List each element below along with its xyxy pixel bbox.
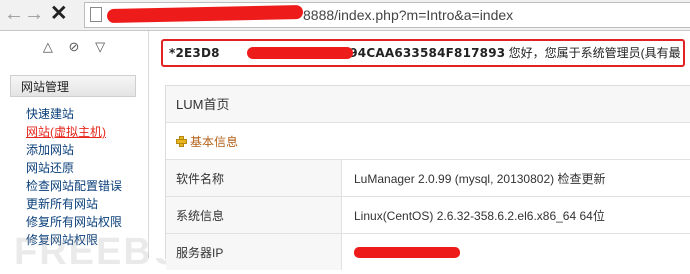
main-content: *2E3D8 C594CAA633584F817893 您好，您属于系统管理员(具… [149, 31, 690, 258]
sidebar-item-quick-build[interactable]: 快速建站 [26, 105, 122, 123]
ip-redaction [354, 247, 460, 258]
page-icon [90, 7, 102, 22]
row-key: 服务器IP [166, 234, 342, 271]
session-code-prefix: *2E3D8 [169, 46, 220, 60]
triangle-up-icon[interactable]: △ [43, 39, 53, 55]
section-basic-info[interactable]: 基本信息 [176, 134, 238, 150]
row-key: 系统信息 [166, 197, 342, 234]
row-value: Linux(CentOS) 2.6.32-358.6.2.el6.x86_64 … [342, 197, 690, 234]
notice-message: 您好，您属于系统管理员(具有最 [509, 46, 681, 60]
sidebar-item-websites[interactable]: 网站(虚拟主机) [26, 123, 122, 141]
row-value: LuManager 2.0.99 (mysql, 20130802) 检查更新 [342, 160, 690, 197]
sidebar: △ ⊘ ▽ 网站管理 快速建站 网站(虚拟主机) 添加网站 网站还原 检查网站配… [0, 31, 149, 258]
table-row: 服务器IP [166, 234, 690, 271]
row-key: 软件名称 [166, 160, 342, 197]
home-panel: LUM首页 基本信息 软件名称 LuManager 2.0.99 (mysql,… [165, 85, 690, 259]
code-redaction [247, 47, 353, 59]
triangle-down-icon[interactable]: ▽ [95, 39, 105, 55]
sidebar-item-update-all[interactable]: 更新所有网站 [26, 195, 122, 213]
sidebar-item-repair-perms[interactable]: 修复网站权限 [26, 231, 122, 249]
table-row: 系统信息 Linux(CentOS) 2.6.32-358.6.2.el6.x8… [166, 197, 690, 234]
forward-arrow-icon[interactable]: → [24, 3, 44, 25]
sidebar-item-restore-site[interactable]: 网站还原 [26, 159, 122, 177]
sidebar-group-title[interactable]: 网站管理 [10, 75, 136, 97]
sidebar-item-repair-all-perms[interactable]: 修复所有网站权限 [26, 213, 122, 231]
admin-notice: *2E3D8 C594CAA633584F817893 您好，您属于系统管理员(具… [161, 39, 685, 67]
panel-title: LUM首页 [166, 86, 690, 123]
sidebar-item-check-config[interactable]: 检查网站配置错误 [26, 177, 122, 195]
table-row: 软件名称 LuManager 2.0.99 (mysql, 20130802) … [166, 160, 690, 197]
close-icon[interactable]: ✕ [50, 3, 68, 25]
url-text[interactable]: 8888/index.php?m=Intro&a=index [303, 3, 513, 27]
back-arrow-icon[interactable]: ← [4, 3, 24, 25]
address-bar[interactable]: 8888/index.php?m=Intro&a=index [84, 2, 690, 28]
section-label: 基本信息 [190, 135, 238, 149]
prohibited-icon[interactable]: ⊘ [69, 39, 80, 55]
session-code-suffix: C594CAA633584F817893 [332, 46, 506, 60]
sidebar-menu: 快速建站 网站(虚拟主机) 添加网站 网站还原 检查网站配置错误 更新所有网站 … [26, 105, 122, 249]
url-redaction [107, 5, 303, 23]
sidebar-toolbar: △ ⊘ ▽ [0, 39, 148, 61]
sidebar-item-add-site[interactable]: 添加网站 [26, 141, 122, 159]
browser-toolbar: ← → ✕ 8888/index.php?m=Intro&a=index [0, 0, 690, 31]
info-table: 软件名称 LuManager 2.0.99 (mysql, 20130802) … [166, 159, 690, 270]
row-value [342, 234, 690, 271]
plus-icon [176, 136, 187, 147]
